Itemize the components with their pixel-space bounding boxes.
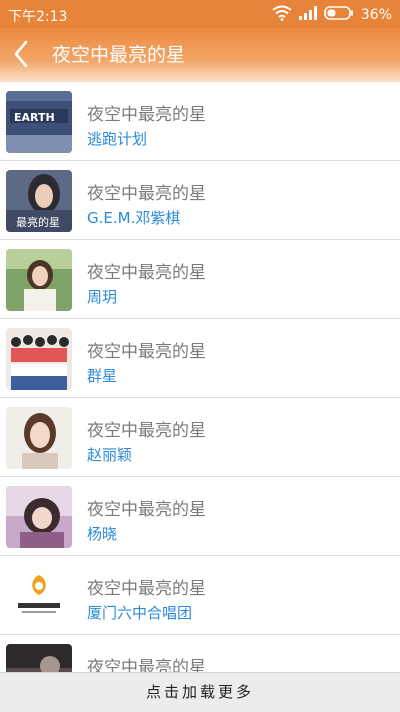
song-title: 夜空中最亮的星	[87, 658, 206, 672]
svg-text:最亮的星: 最亮的星	[16, 215, 60, 229]
status-bar: 下午2:13 36%	[0, 0, 400, 28]
song-list: EARTH 夜空中最亮的星 逃跑计划 最亮的星 夜空中最亮的星 G.E.M.邓紫…	[0, 82, 400, 672]
artist-name: 厦门六中合唱团	[87, 604, 193, 622]
song-title: 夜空中最亮的星	[87, 105, 206, 125]
artist-name: 周玥	[87, 288, 118, 306]
artist-name: 赵丽颖	[87, 446, 133, 464]
load-more-button[interactable]: 点击加载更多	[0, 672, 400, 712]
artist-name: 逃跑计划	[87, 130, 148, 148]
song-title: 夜空中最亮的星	[87, 579, 206, 599]
back-button[interactable]	[8, 36, 38, 72]
album-cover: EARTH	[6, 91, 72, 153]
song-item[interactable]: 夜空中最亮的星 赵丽颖	[0, 398, 400, 477]
song-title: 夜空中最亮的星	[87, 184, 206, 204]
album-cover	[6, 328, 72, 390]
song-item[interactable]: EARTH 夜空中最亮的星 逃跑计划	[0, 82, 400, 161]
svg-text:EARTH: EARTH	[14, 111, 55, 124]
song-item[interactable]: 夜空中最亮的星 周玥	[0, 240, 400, 319]
status-time: 下午2:13	[8, 9, 68, 25]
album-cover	[6, 249, 72, 311]
top-bar: 夜空中最亮的星	[0, 28, 400, 82]
battery-icon	[324, 6, 354, 24]
album-cover	[6, 486, 72, 548]
song-title: 夜空中最亮的星	[87, 263, 206, 283]
status-icons: 36%	[272, 5, 392, 25]
battery-percent: 36%	[360, 7, 392, 23]
album-cover	[6, 644, 72, 672]
artist-name: G.E.M.邓紫棋	[87, 209, 181, 227]
song-item[interactable]: 最亮的星 夜空中最亮的星 G.E.M.邓紫棋	[0, 161, 400, 240]
song-item[interactable]: 夜空中最亮的星 厦门六中合唱团	[0, 556, 400, 635]
song-item[interactable]: 夜空中最亮的星 群星	[0, 319, 400, 398]
song-title: 夜空中最亮的星	[87, 421, 206, 441]
song-title: 夜空中最亮的星	[87, 500, 206, 520]
song-item[interactable]: 夜空中最亮的星 杨晓	[0, 477, 400, 556]
album-cover	[6, 565, 72, 627]
artist-name: 群星	[87, 367, 118, 385]
song-item[interactable]: 夜空中最亮的星	[0, 635, 400, 672]
album-cover: 最亮的星	[6, 170, 72, 232]
album-cover	[6, 407, 72, 469]
artist-name: 杨晓	[87, 525, 118, 543]
song-title: 夜空中最亮的星	[87, 342, 206, 362]
chevron-left-icon	[14, 40, 28, 68]
wifi-icon	[272, 5, 292, 25]
page-title: 夜空中最亮的星	[52, 44, 186, 66]
signal-icon	[298, 6, 317, 24]
